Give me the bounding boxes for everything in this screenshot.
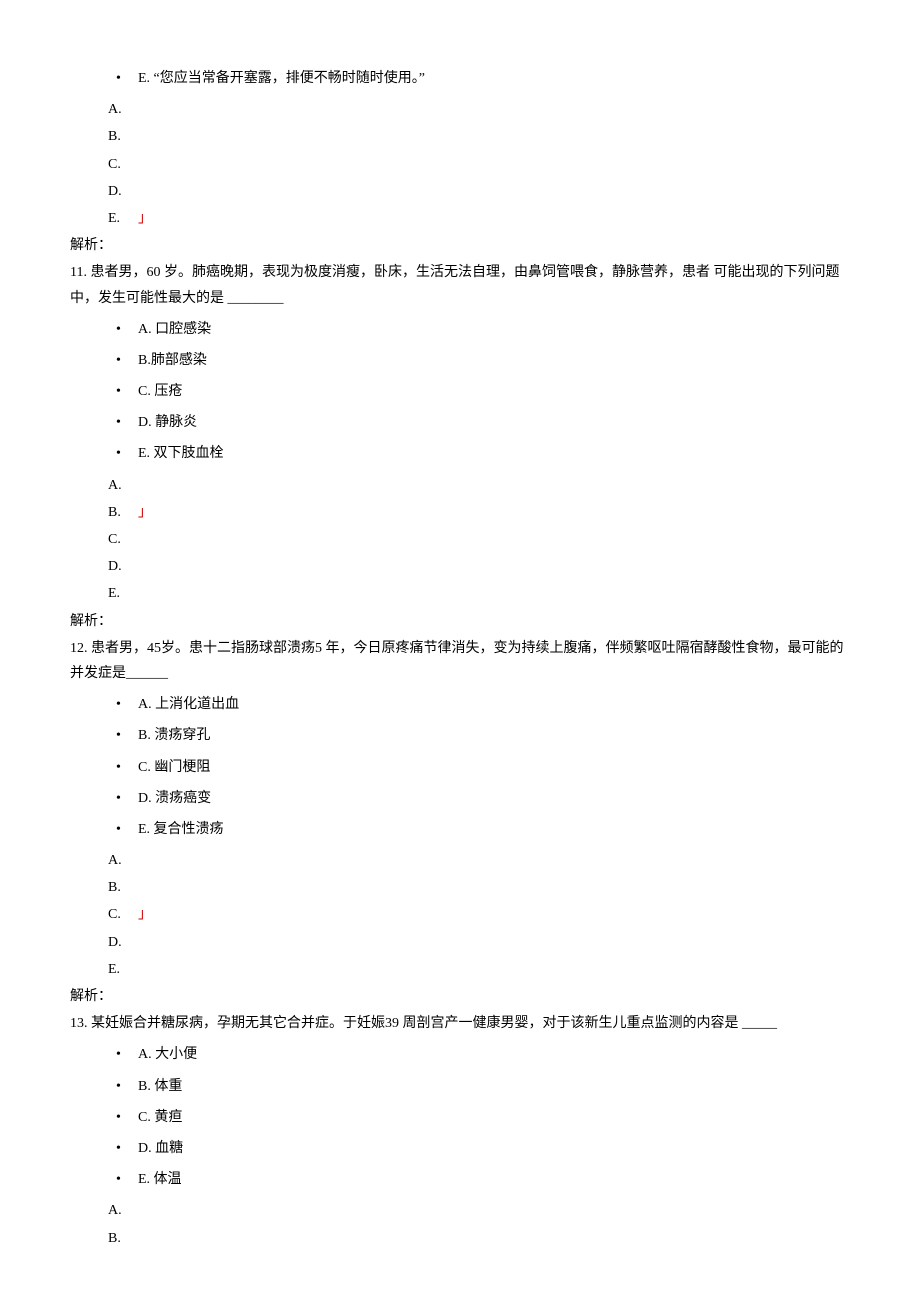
q11-analysis-label: 解析： <box>70 609 850 634</box>
q11-ans-d: D. <box>70 554 850 579</box>
q10-ans-e: E.」 <box>70 206 850 231</box>
q13-stem: 13. 某妊娠合并糖尿病，孕期无其它合并症。于妊娠39 周剖宫产一健康男婴，对于… <box>70 1011 850 1036</box>
q13-option-e: E. 体温 <box>120 1167 850 1192</box>
q11-ans-b: B.」 <box>70 500 850 525</box>
q12-option-e: E. 复合性溃疡 <box>120 817 850 842</box>
q13-ans-b: B. <box>70 1226 850 1251</box>
q11-ans-a: A. <box>70 473 850 498</box>
q10-analysis-label: 解析： <box>70 233 850 258</box>
q10-ans-b: B. <box>70 124 850 149</box>
q13-option-a: A. 大小便 <box>120 1042 850 1067</box>
q12-stem: 12. 患者男，45岁。患十二指肠球部溃疡5 年，今日原疼痛节律消失，变为持续上… <box>70 636 850 686</box>
q12-option-c: C. 幽门梗阻 <box>120 755 850 780</box>
q11-option-d: D. 静脉炎 <box>120 410 850 435</box>
q12-ans-b: B. <box>70 875 850 900</box>
q13-ans-a: A. <box>70 1198 850 1223</box>
q13-option-c: C. 黄疸 <box>120 1105 850 1130</box>
q10-ans-c: C. <box>70 152 850 177</box>
q10-option-e-text: E. “您应当常备开塞露，排便不畅时随时使用。” <box>138 71 425 86</box>
q11-correct-mark: 」 <box>138 505 152 520</box>
q12-option-b: B. 溃疡穿孔 <box>120 723 850 748</box>
q12-option-d: D. 溃疡癌变 <box>120 786 850 811</box>
q10-option-e: E. “您应当常备开塞露，排便不畅时随时使用。” <box>120 66 850 91</box>
q11-stem: 11. 患者男，60 岁。肺癌晚期，表现为极度消瘦，卧床，生活无法自理，由鼻饲管… <box>70 260 850 310</box>
q13-option-b: B. 体重 <box>120 1074 850 1099</box>
q12-ans-d: D. <box>70 930 850 955</box>
q11-ans-e: E. <box>70 581 850 606</box>
q10-correct-mark: 」 <box>138 211 152 226</box>
q11-option-a: A. 口腔感染 <box>120 317 850 342</box>
q10-ans-a: A. <box>70 97 850 122</box>
q12-option-a: A. 上消化道出血 <box>120 692 850 717</box>
q12-ans-e: E. <box>70 957 850 982</box>
q13-option-d: D. 血糖 <box>120 1136 850 1161</box>
q12-ans-a: A. <box>70 848 850 873</box>
q12-ans-c: C.」 <box>70 902 850 927</box>
q12-correct-mark: 」 <box>138 907 152 922</box>
q12-analysis-label: 解析： <box>70 984 850 1009</box>
q10-ans-d: D. <box>70 179 850 204</box>
q11-option-b: B.肺部感染 <box>120 348 850 373</box>
q11-option-c: C. 压疮 <box>120 379 850 404</box>
q11-option-e: E. 双下肢血栓 <box>120 441 850 466</box>
q11-ans-c: C. <box>70 527 850 552</box>
